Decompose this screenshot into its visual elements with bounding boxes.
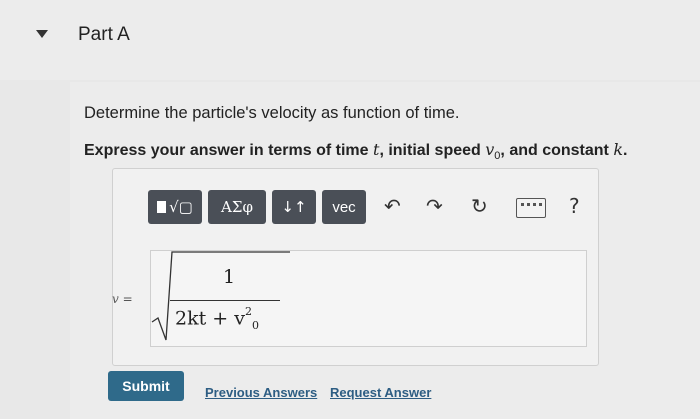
vector-button[interactable]: vec [322, 190, 366, 224]
fraction-bar [170, 300, 280, 301]
var-k: k [613, 140, 624, 159]
undo-icon[interactable]: ↶ [384, 194, 401, 218]
template-square-icon [157, 201, 167, 213]
greek-symbols-button[interactable]: ΑΣφ [208, 190, 266, 224]
var-v0: v [485, 140, 495, 159]
fraction-denominator: 2kt + v20 [175, 305, 259, 333]
templates-button[interactable]: √▢ [148, 190, 202, 224]
question-prompt: Determine the particle's velocity as fun… [84, 104, 460, 122]
previous-answers-link[interactable]: Previous Answers [205, 385, 317, 400]
keyboard-icon[interactable] [516, 198, 546, 218]
request-answer-link[interactable]: Request Answer [330, 385, 431, 400]
collapse-triangle-icon[interactable] [36, 30, 48, 38]
redo-icon[interactable]: ↷ [426, 194, 443, 218]
submit-button[interactable]: Submit [108, 371, 184, 401]
answer-variable-label: v = [112, 292, 133, 306]
question-instruction: Express your answer in terms of time t, … [84, 140, 628, 163]
reset-icon[interactable]: ↻ [471, 194, 488, 218]
answer-expression[interactable]: 1 2kt + v20 [150, 250, 300, 345]
fraction-numerator: 1 [223, 266, 236, 288]
part-title[interactable]: Part A [78, 24, 130, 46]
subscript-superscript-button[interactable]: ↓↑ [272, 190, 316, 224]
sqrt-template-icon: √▢ [169, 198, 193, 216]
help-button[interactable]: ? [569, 194, 580, 218]
